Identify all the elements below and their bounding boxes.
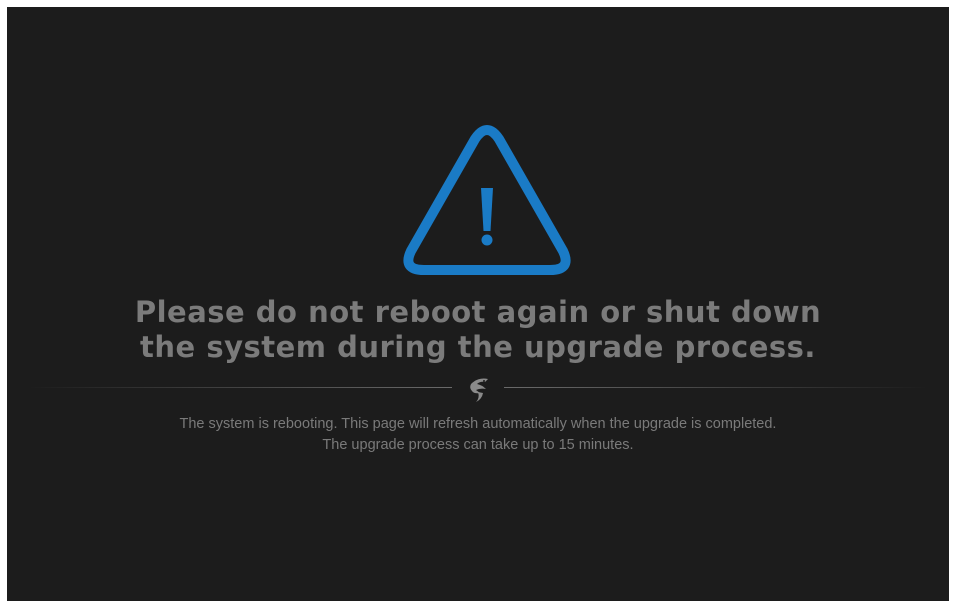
divider	[27, 378, 929, 402]
upgrade-description: The system is rebooting. This page will …	[7, 414, 949, 456]
warning-triangle-icon	[403, 125, 571, 275]
warning-headline: Please do not reboot again or shut down …	[7, 295, 949, 365]
shark-logo-icon	[470, 378, 488, 402]
headline-line-2: the system during the upgrade process.	[140, 330, 816, 364]
upgrade-notice-screen: Please do not reboot again or shut down …	[7, 7, 949, 601]
headline-line-1: Please do not reboot again or shut down	[134, 295, 822, 329]
description-line-2: The upgrade process can take up to 15 mi…	[322, 437, 634, 453]
description-line-1: The system is rebooting. This page will …	[179, 416, 777, 432]
exclamation-mark	[481, 188, 493, 231]
